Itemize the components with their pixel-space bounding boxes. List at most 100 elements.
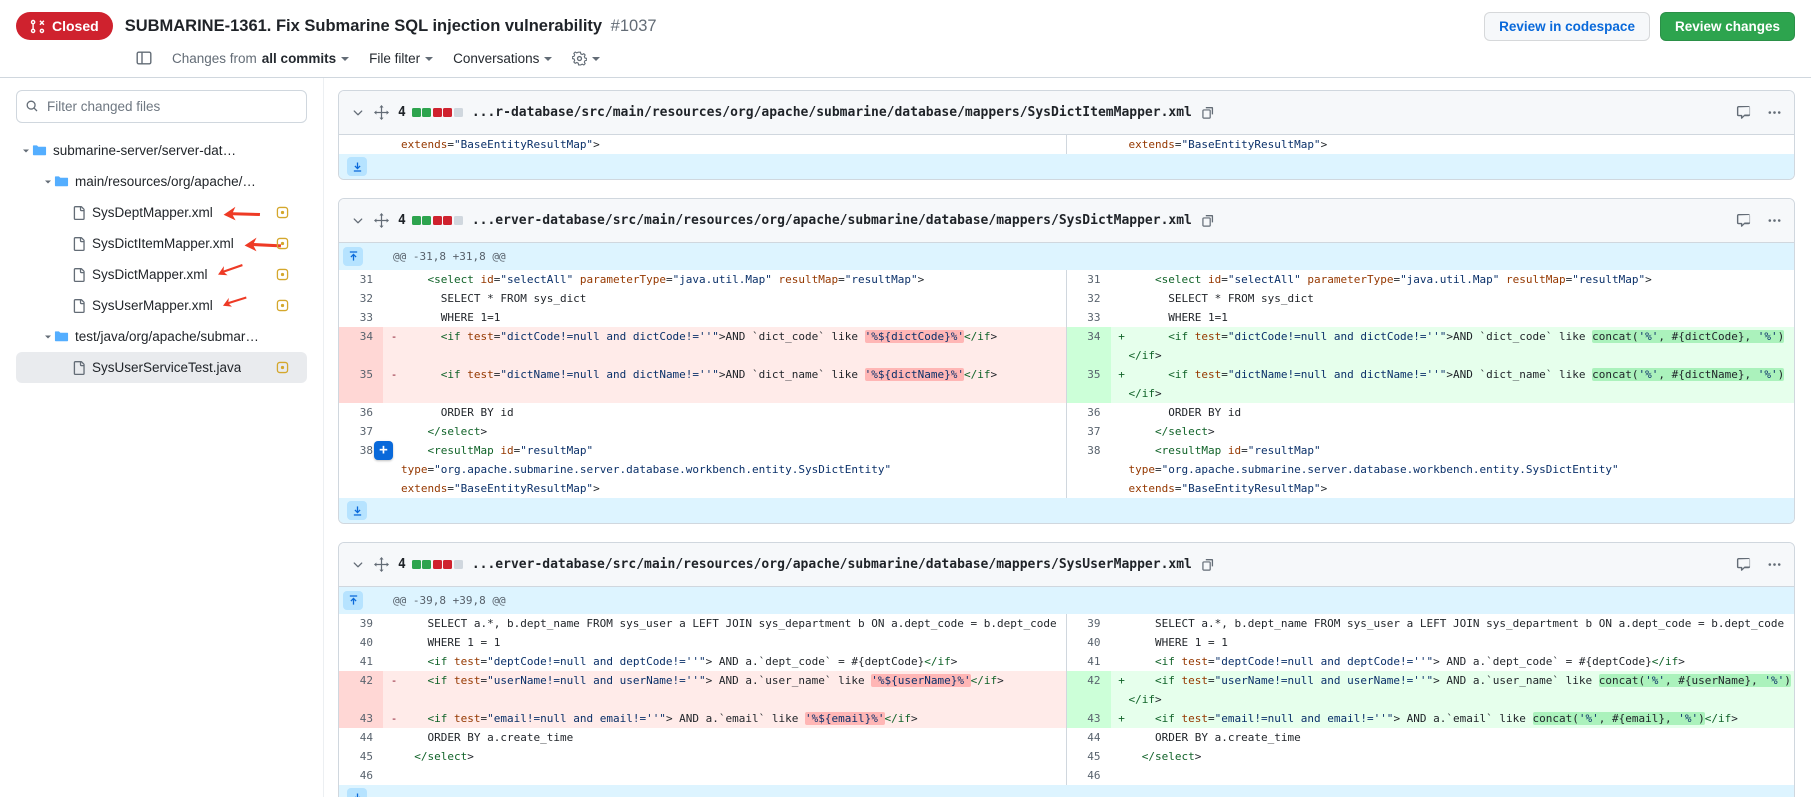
- file-comment-button[interactable]: [1736, 557, 1751, 572]
- line-number[interactable]: 36: [339, 403, 383, 422]
- line-number[interactable]: 43: [1067, 709, 1111, 728]
- line-number[interactable]: [339, 135, 383, 154]
- file-comment-button[interactable]: [1736, 213, 1751, 228]
- drag-file-handle[interactable]: [374, 105, 389, 120]
- line-number[interactable]: 31: [339, 270, 383, 289]
- line-number[interactable]: 44: [1067, 728, 1111, 747]
- line-number[interactable]: 42: [1067, 671, 1111, 690]
- copy-path-button[interactable]: [1201, 558, 1215, 572]
- tree-folder-submarine-server-server-database-[interactable]: submarine-server/server-database/...: [16, 135, 307, 166]
- line-number[interactable]: [1067, 384, 1111, 403]
- annotation-arrow: [214, 257, 245, 280]
- diff-code-line: </select>: [1111, 747, 1795, 766]
- file-modified-icon: [276, 206, 289, 219]
- annotation-arrow-icon: [214, 257, 245, 280]
- line-number[interactable]: [339, 384, 383, 403]
- line-number[interactable]: 40: [1067, 633, 1111, 652]
- file-options-button[interactable]: [1767, 105, 1782, 120]
- file-options-button[interactable]: [1767, 557, 1782, 572]
- tree-item-label: SysDictMapper.xml: [92, 267, 208, 282]
- file-filter-menu[interactable]: File filter: [369, 51, 433, 66]
- line-number[interactable]: 41: [1067, 652, 1111, 671]
- copy-path-button[interactable]: [1201, 106, 1215, 120]
- line-number[interactable]: 32: [1067, 289, 1111, 308]
- line-number[interactable]: 41: [339, 652, 383, 671]
- line-number[interactable]: 35: [1067, 365, 1111, 384]
- line-number[interactable]: 34: [339, 327, 383, 346]
- line-number[interactable]: 33: [1067, 308, 1111, 327]
- line-number[interactable]: 36: [1067, 403, 1111, 422]
- conversations-menu[interactable]: Conversations: [453, 51, 552, 66]
- expand-diff-bar: [339, 785, 1794, 797]
- review-in-codespace-button[interactable]: Review in codespace: [1484, 12, 1650, 41]
- file-options-button[interactable]: [1767, 213, 1782, 228]
- file-icon: [72, 299, 86, 313]
- file-comment-button[interactable]: [1736, 105, 1751, 120]
- line-number[interactable]: [339, 346, 383, 365]
- changes-from-menu[interactable]: Changes from all commits: [172, 51, 349, 66]
- line-number[interactable]: 37: [1067, 422, 1111, 441]
- diff-row: 34- <if test="dictCode!=null and dictCod…: [339, 327, 1794, 346]
- file-modified-badge: [276, 268, 289, 281]
- comment-icon: [1736, 213, 1751, 228]
- line-number[interactable]: 44: [339, 728, 383, 747]
- line-number[interactable]: 33: [339, 308, 383, 327]
- tree-file-sysdeptmapper-xml[interactable]: SysDeptMapper.xml: [16, 197, 307, 228]
- tree-file-sysdictmapper-xml[interactable]: SysDictMapper.xml: [16, 259, 307, 290]
- tree-folder-main-resources-org-apache-subm-[interactable]: main/resources/org/apache/subm...: [16, 166, 307, 197]
- line-number[interactable]: 37: [339, 422, 383, 441]
- line-number[interactable]: 42: [339, 671, 383, 690]
- expand-hunk-button[interactable]: [343, 247, 363, 266]
- diff-code-line: SELECT * FROM sys_dict: [383, 289, 1067, 308]
- expand-diff-button[interactable]: [347, 501, 367, 520]
- line-number[interactable]: 39: [339, 614, 383, 633]
- tree-file-sysusermapper-xml[interactable]: SysUserMapper.xml: [16, 290, 307, 321]
- line-number[interactable]: 46: [339, 766, 383, 785]
- collapse-file-button[interactable]: [351, 214, 365, 228]
- line-number[interactable]: [1067, 690, 1111, 709]
- drag-file-handle[interactable]: [374, 213, 389, 228]
- line-number[interactable]: [1067, 135, 1111, 154]
- diffstat: 4: [398, 213, 463, 228]
- expand-hunk-button[interactable]: [343, 591, 363, 610]
- line-number[interactable]: 46: [1067, 766, 1111, 785]
- diff-code-line: SELECT * FROM sys_dict: [1111, 289, 1795, 308]
- tree-file-sysuserservicetest-java[interactable]: SysUserServiceTest.java: [16, 352, 307, 383]
- line-number[interactable]: 43: [339, 709, 383, 728]
- review-changes-button[interactable]: Review changes: [1660, 12, 1795, 41]
- expand-diff-button[interactable]: [347, 157, 367, 176]
- tree-file-sysdictitemmapper-xml[interactable]: SysDictItemMapper.xml: [16, 228, 307, 259]
- diff-row: 31 <select id="selectAll" parameterType=…: [339, 270, 1794, 289]
- line-number[interactable]: 45: [1067, 747, 1111, 766]
- line-number[interactable]: 45: [339, 747, 383, 766]
- collapse-file-button[interactable]: [351, 558, 365, 572]
- line-number[interactable]: [1067, 479, 1111, 498]
- add-comment-button[interactable]: +: [374, 441, 393, 460]
- line-number[interactable]: 40: [339, 633, 383, 652]
- line-number[interactable]: 34: [1067, 327, 1111, 346]
- drag-file-handle[interactable]: [374, 557, 389, 572]
- line-number[interactable]: 35: [339, 365, 383, 384]
- expand-diff-button[interactable]: [347, 788, 367, 797]
- diff-code-line: extends="BaseEntityResultMap">: [383, 135, 1067, 154]
- tree-folder-test-java-org-apache-submarine-s-[interactable]: test/java/org/apache/submarine/s...: [16, 321, 307, 352]
- line-number[interactable]: [339, 479, 383, 498]
- line-number[interactable]: 38+: [339, 441, 383, 460]
- line-number[interactable]: [339, 690, 383, 709]
- line-number[interactable]: 38: [1067, 441, 1111, 460]
- tree-item-label: SysUserMapper.xml: [92, 298, 213, 313]
- toggle-file-tree-button[interactable]: [136, 50, 152, 66]
- line-number[interactable]: [1067, 346, 1111, 365]
- diff-settings-menu[interactable]: [572, 51, 600, 66]
- diffstat-block-add: [412, 216, 421, 225]
- tree-item-label: submarine-server/server-database/...: [53, 143, 238, 158]
- diff-code-line: + <if test="email!=null and email!=''"> …: [1111, 709, 1795, 728]
- collapse-file-button[interactable]: [351, 106, 365, 120]
- copy-path-button[interactable]: [1201, 214, 1215, 228]
- file-filter-input[interactable]: [16, 90, 307, 123]
- line-number[interactable]: [1067, 460, 1111, 479]
- line-number[interactable]: [339, 460, 383, 479]
- line-number[interactable]: 39: [1067, 614, 1111, 633]
- line-number[interactable]: 31: [1067, 270, 1111, 289]
- line-number[interactable]: 32: [339, 289, 383, 308]
